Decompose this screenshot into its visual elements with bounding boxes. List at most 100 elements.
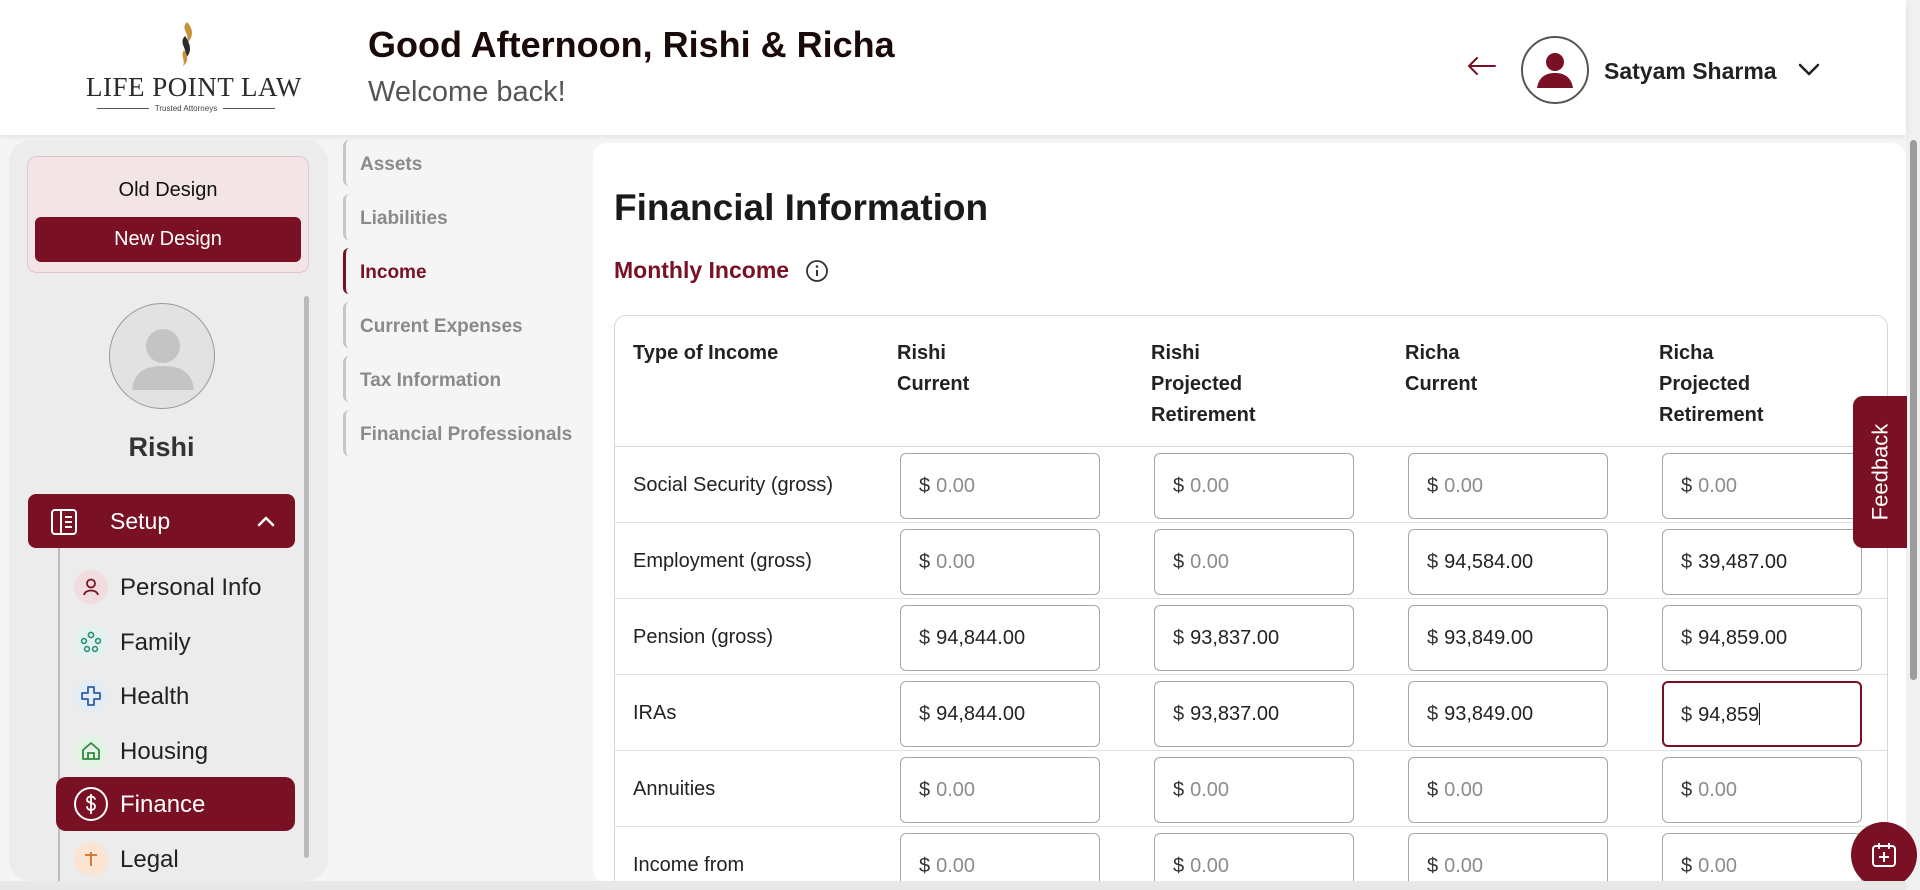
income-input-rishi-current[interactable]: $94,844.00 (900, 681, 1100, 747)
subnav-assets[interactable]: Assets (343, 140, 583, 186)
income-input-richa-projected[interactable]: $94,859 (1662, 681, 1862, 747)
main-panel: Financial Information Monthly Income Typ… (593, 143, 1906, 883)
income-input-rishi-projected[interactable]: $93,837.00 (1154, 681, 1354, 747)
new-design-button[interactable]: New Design (35, 217, 301, 262)
input-value: 94,584.00 (1444, 551, 1534, 573)
greeting-title: Good Afternoon, Rishi & Richa (368, 24, 895, 65)
logo-text: LIFE POINT LAW (86, 72, 302, 102)
subnav-financial-professionals[interactable]: Financial Professionals (343, 410, 583, 456)
chevron-down-icon[interactable] (1797, 60, 1821, 78)
currency-symbol: $ (919, 703, 931, 725)
feedback-tab[interactable]: Feedback (1853, 396, 1907, 548)
sidebar-scrollbar[interactable] (304, 296, 309, 858)
family-icon (74, 625, 108, 659)
subnav-tax-information[interactable]: Tax Information (343, 356, 583, 402)
home-icon (74, 734, 108, 768)
income-input-rishi-projected[interactable]: $0.00 (1154, 757, 1354, 823)
top-header: LIFE POINT LAW Trusted Attorneys Good Af… (0, 0, 1906, 135)
currency-symbol: $ (1173, 779, 1185, 801)
divider (223, 108, 276, 109)
income-input-richa-projected[interactable]: $94,859.00 (1662, 605, 1862, 671)
input-value: 93,837.00 (1190, 627, 1280, 649)
subnav-liabilities[interactable]: Liabilities (343, 194, 583, 240)
input-value: 93,849.00 (1444, 703, 1534, 725)
income-input-rishi-projected[interactable]: $93,837.00 (1154, 605, 1354, 671)
income-input-rishi-projected[interactable]: $0.00 (1154, 529, 1354, 595)
row-label: Annuities (633, 778, 716, 800)
income-input-richa-current[interactable]: $0.00 (1408, 757, 1608, 823)
income-input-richa-projected[interactable]: $39,487.00 (1662, 529, 1862, 595)
income-input-richa-current[interactable]: $0.00 (1408, 453, 1608, 519)
income-input-richa-current[interactable]: $93,849.00 (1408, 681, 1608, 747)
sidebar-item-label: Housing (120, 738, 209, 765)
company-logo[interactable]: LIFE POINT LAW Trusted Attorneys (86, 20, 302, 113)
profile-name: Rishi (128, 432, 195, 462)
calendar-add-icon (1872, 843, 1896, 867)
sidebar-item-health[interactable]: Health (56, 669, 295, 721)
dollar-icon (74, 787, 108, 821)
back-arrow-icon[interactable] (1465, 54, 1497, 78)
income-input-rishi-projected[interactable]: $0.00 (1154, 833, 1354, 883)
setup-label: Setup (110, 508, 171, 534)
header-line: Type of Income (633, 342, 779, 364)
income-input-rishi-current[interactable]: $0.00 (900, 757, 1100, 823)
income-input-richa-current[interactable]: $94,584.00 (1408, 529, 1608, 595)
column-header-rishi-current: Rishi Current (897, 338, 969, 400)
user-name[interactable]: Satyam Sharma (1604, 58, 1777, 85)
sidebar-item-label: Family (120, 629, 191, 656)
input-value: 94,859.00 (1698, 627, 1788, 649)
sidebar-item-finance[interactable]: Finance (56, 777, 295, 831)
sidebar-item-label: Personal Info (120, 574, 262, 601)
sidebar: Old Design New Design Rishi Setup Person… (9, 140, 328, 881)
table-row: Social Security (gross) $0.00 $0.00 $0.00 $0… (615, 447, 1887, 523)
input-value: 0.00 (1444, 855, 1484, 877)
income-input-rishi-current[interactable]: $0.00 (900, 529, 1100, 595)
currency-symbol: $ (1427, 627, 1439, 649)
info-icon[interactable] (805, 259, 829, 283)
input-value: 0.00 (936, 779, 976, 801)
input-value: 93,837.00 (1190, 703, 1280, 725)
sidebar-item-family[interactable]: Family (56, 615, 295, 667)
section-title: Monthly Income (614, 257, 790, 283)
income-input-rishi-projected[interactable]: $0.00 (1154, 453, 1354, 519)
input-value: 0.00 (936, 855, 976, 877)
income-input-richa-current[interactable]: $0.00 (1408, 833, 1608, 883)
page-scrollbar[interactable] (1906, 0, 1920, 890)
income-input-richa-projected[interactable]: $0.00 (1662, 453, 1862, 519)
input-value: 39,487.00 (1698, 551, 1788, 573)
calendar-fab-button[interactable] (1851, 822, 1917, 888)
sidebar-item-personal-info[interactable]: Personal Info (56, 560, 295, 612)
income-input-rishi-current[interactable]: $0.00 (900, 453, 1100, 519)
currency-symbol: $ (1427, 475, 1439, 497)
user-avatar[interactable] (1521, 36, 1589, 104)
row-label: Pension (gross) (633, 626, 774, 648)
input-value: 0.00 (1190, 779, 1230, 801)
currency-symbol: $ (1427, 551, 1439, 573)
income-input-richa-projected[interactable]: $0.00 (1662, 757, 1862, 823)
input-value: 0.00 (1698, 475, 1738, 497)
health-cross-icon (74, 679, 108, 713)
input-value: 0.00 (1190, 855, 1230, 877)
profile-placeholder-icon (132, 329, 194, 390)
income-input-richa-projected[interactable]: $0.00 (1662, 833, 1862, 883)
header-line: Retirement (1659, 404, 1764, 426)
sidebar-panel-icon (51, 509, 77, 535)
input-value: 0.00 (1698, 779, 1738, 801)
legal-icon (74, 842, 108, 876)
setup-menu-toggle[interactable]: Setup (28, 494, 295, 548)
old-design-button[interactable]: Old Design (28, 179, 308, 202)
input-value: 94,844.00 (936, 703, 1026, 725)
subnav-income[interactable]: Income (343, 248, 583, 294)
sidebar-item-housing[interactable]: Housing (56, 724, 295, 776)
subnav-current-expenses[interactable]: Current Expenses (343, 302, 583, 348)
currency-symbol: $ (1173, 627, 1185, 649)
scrollbar-thumb[interactable] (1910, 140, 1917, 680)
input-value: 94,844.00 (936, 627, 1026, 649)
currency-symbol: $ (919, 551, 931, 573)
sidebar-item-legal[interactable]: Legal (56, 832, 295, 881)
income-input-rishi-current[interactable]: $0.00 (900, 833, 1100, 883)
income-input-richa-current[interactable]: $93,849.00 (1408, 605, 1608, 671)
currency-symbol: $ (919, 855, 931, 877)
currency-symbol: $ (919, 475, 931, 497)
income-input-rishi-current[interactable]: $94,844.00 (900, 605, 1100, 671)
